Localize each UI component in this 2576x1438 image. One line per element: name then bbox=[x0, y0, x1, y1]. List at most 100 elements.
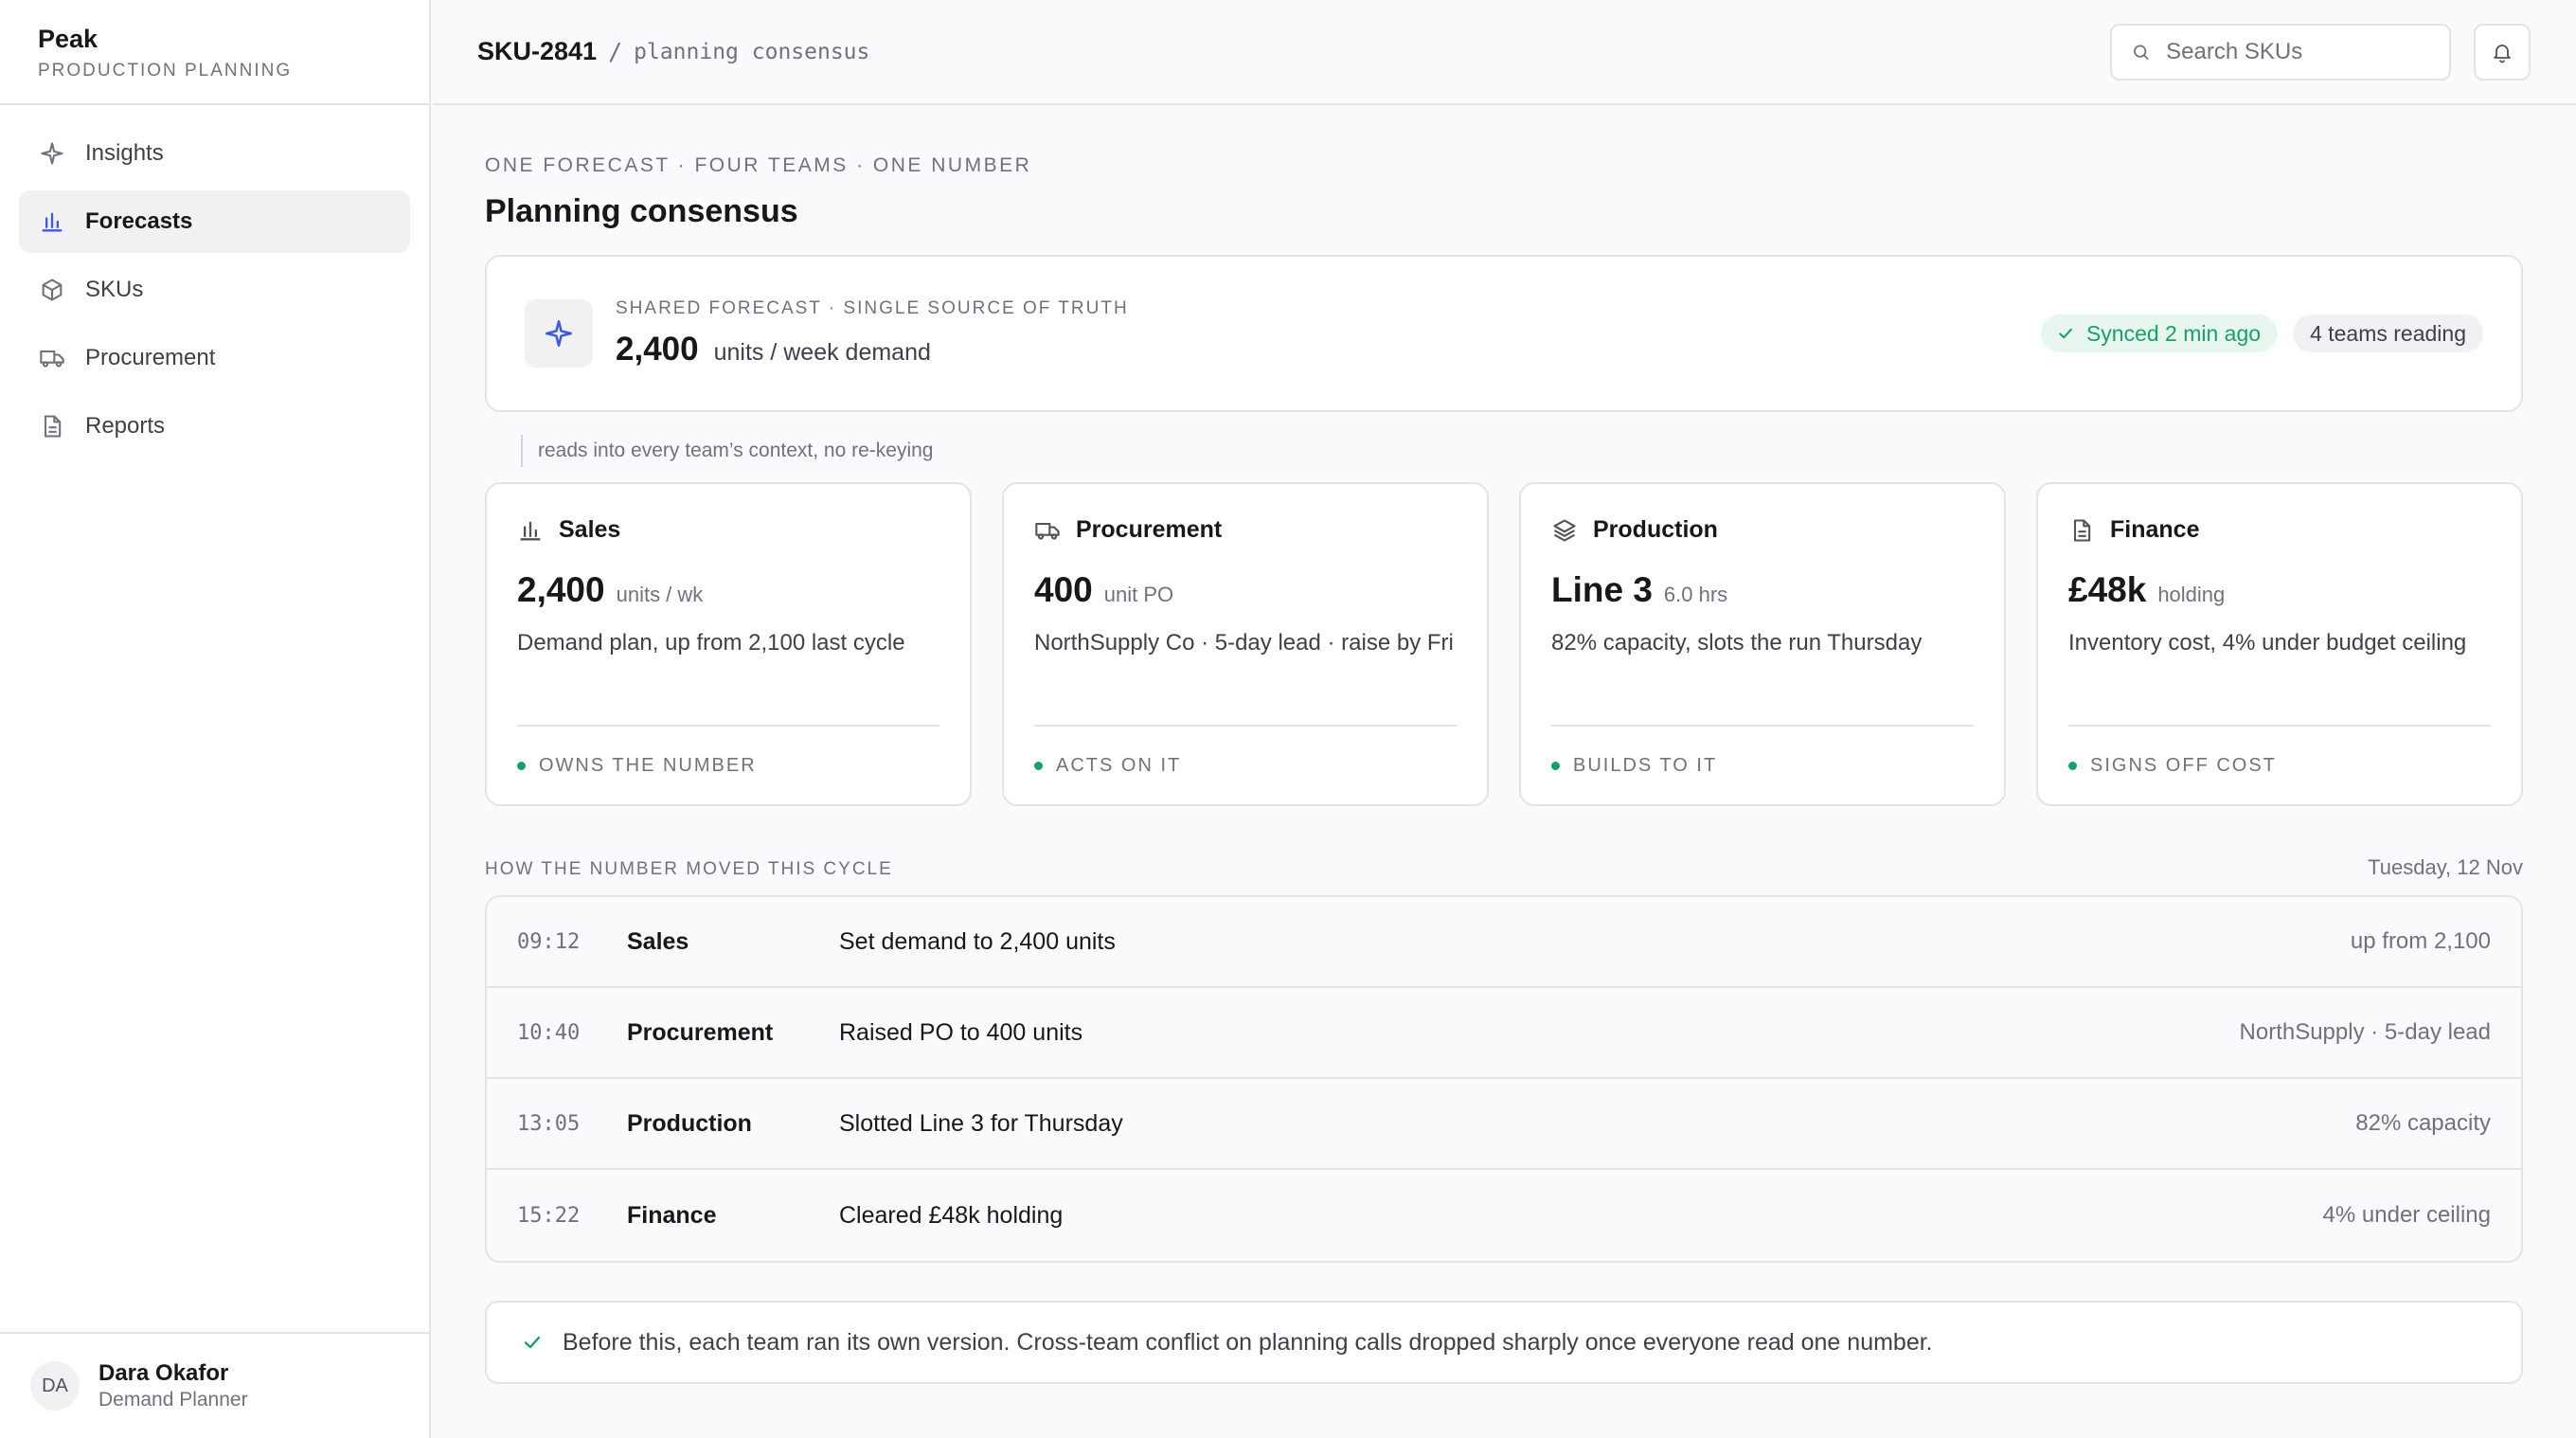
row-note: NorthSupply · 5-day lead bbox=[2239, 1019, 2491, 1045]
table-row[interactable]: 09:12 Sales Set demand to 2,400 units up… bbox=[487, 897, 2521, 988]
team-role: ACTS ON IT bbox=[1034, 725, 1457, 804]
row-team: Finance bbox=[627, 1201, 717, 1229]
box-icon bbox=[38, 276, 66, 304]
sidebar-item-label: Forecasts bbox=[85, 208, 193, 234]
truck-icon bbox=[38, 344, 66, 372]
user-profile[interactable]: DA Dara Okafor Demand Planner bbox=[0, 1332, 429, 1438]
sidebar-item-skus[interactable]: SKUs bbox=[19, 259, 410, 321]
row-note: 4% under ceiling bbox=[2322, 1202, 2491, 1228]
team-name: Finance bbox=[2110, 516, 2200, 543]
sidebar-item-procurement[interactable]: Procurement bbox=[19, 327, 410, 389]
team-cards: Sales 2,400 units / wk Demand plan, up f… bbox=[485, 482, 2523, 806]
team-value: Line 3 bbox=[1551, 570, 1653, 609]
team-description: NorthSupply Co · 5-day lead · raise by F… bbox=[1034, 630, 1454, 656]
breadcrumb-sku[interactable]: SKU-2841 bbox=[477, 37, 597, 66]
document-icon bbox=[2073, 518, 2091, 542]
truck-icon bbox=[1035, 522, 1060, 540]
sidebar-item-insights[interactable]: Insights bbox=[19, 122, 410, 185]
status-dot bbox=[517, 761, 526, 770]
row-action: Slotted Line 3 for Thursday bbox=[839, 1109, 1123, 1137]
timeline-label: HOW THE NUMBER MOVED THIS CYCLE bbox=[485, 859, 893, 879]
bar-chart-icon bbox=[38, 207, 66, 236]
team-card-sales[interactable]: Sales 2,400 units / wk Demand plan, up f… bbox=[485, 482, 972, 806]
team-role-text: SIGNS OFF COST bbox=[2090, 754, 2277, 776]
team-card-production[interactable]: Production Line 3 6.0 hrs 82% capacity, … bbox=[1519, 482, 2006, 806]
team-description: Demand plan, up from 2,100 last cycle bbox=[517, 630, 905, 656]
row-action: Raised PO to 400 units bbox=[839, 1018, 1083, 1046]
brand-subtitle: PRODUCTION PLANNING bbox=[38, 61, 293, 81]
main-content: ONE FORECAST · FOUR TEAMS · ONE NUMBER P… bbox=[485, 105, 2523, 1384]
timeline-header: HOW THE NUMBER MOVED THIS CYCLE Tuesday,… bbox=[485, 855, 2523, 880]
team-role: OWNS THE NUMBER bbox=[517, 725, 939, 804]
breadcrumb-page: planning consensus bbox=[634, 39, 870, 64]
sparkle-icon bbox=[545, 319, 573, 348]
status-dot bbox=[2068, 761, 2077, 770]
sidebar-item-label: SKUs bbox=[85, 277, 144, 302]
team-name: Procurement bbox=[1076, 516, 1223, 543]
team-description: 82% capacity, slots the run Thursday bbox=[1551, 630, 1923, 656]
sparkle-icon bbox=[38, 139, 66, 168]
team-role: BUILDS TO IT bbox=[1551, 725, 1974, 804]
shared-forecast-card: SHARED FORECAST · SINGLE SOURCE OF TRUTH… bbox=[485, 255, 2523, 412]
user-name: Dara Okafor bbox=[98, 1360, 229, 1386]
bar-chart-icon bbox=[520, 521, 541, 540]
team-value: 2,400 bbox=[517, 570, 605, 609]
shared-forecast-icon-box bbox=[525, 299, 593, 368]
row-action: Set demand to 2,400 units bbox=[839, 927, 1116, 955]
table-row[interactable]: 10:40 Procurement Raised PO to 400 units… bbox=[487, 988, 2521, 1079]
check-icon bbox=[524, 1336, 541, 1349]
notifications-button[interactable] bbox=[2474, 23, 2531, 81]
table-row[interactable]: 15:22 Finance Cleared £48k holding 4% un… bbox=[487, 1170, 2521, 1261]
sidebar-item-reports[interactable]: Reports bbox=[19, 395, 410, 458]
sidebar-item-forecasts[interactable]: Forecasts bbox=[19, 190, 410, 253]
sync-status-text: Synced 2 min ago bbox=[2085, 320, 2262, 346]
team-card-finance[interactable]: Finance £48k holding Inventory cost, 4% … bbox=[2036, 482, 2523, 806]
team-name: Production bbox=[1593, 516, 1718, 543]
sidebar-item-label: Reports bbox=[85, 413, 166, 439]
sidebar-item-label: Insights bbox=[85, 140, 164, 166]
search-input[interactable] bbox=[2166, 38, 2430, 65]
bell-icon bbox=[2494, 44, 2511, 63]
row-time: 15:22 bbox=[517, 1203, 581, 1228]
team-role-text: BUILDS TO IT bbox=[1573, 754, 1718, 776]
shared-forecast-note: reads into every team’s context, no re-k… bbox=[521, 435, 2523, 467]
search-box[interactable] bbox=[2110, 23, 2451, 81]
row-note: 82% capacity bbox=[2355, 1110, 2491, 1136]
row-note: up from 2,100 bbox=[2350, 928, 2491, 954]
team-value: 400 bbox=[1034, 570, 1093, 609]
page-title: Planning consensus bbox=[485, 193, 798, 229]
sidebar: Peak PRODUCTION PLANNING Insights Foreca… bbox=[0, 0, 431, 1438]
brand: Peak PRODUCTION PLANNING bbox=[0, 0, 429, 105]
row-time: 09:12 bbox=[517, 929, 581, 954]
user-role: Demand Planner bbox=[98, 1389, 248, 1411]
row-team: Procurement bbox=[627, 1018, 774, 1046]
team-card-procurement[interactable]: Procurement 400 unit PO NorthSupply Co ·… bbox=[1002, 482, 1489, 806]
team-unit: units / wk bbox=[616, 583, 704, 606]
footer-note-text: Before this, each team ran its own versi… bbox=[563, 1328, 1933, 1356]
team-unit: holding bbox=[2157, 583, 2226, 606]
layers-icon bbox=[1553, 518, 1576, 542]
document-icon bbox=[38, 412, 66, 440]
team-role-text: OWNS THE NUMBER bbox=[539, 754, 757, 776]
team-role: SIGNS OFF COST bbox=[2068, 725, 2491, 804]
timeline-date: Tuesday, 12 Nov bbox=[2368, 855, 2523, 879]
avatar: DA bbox=[30, 1361, 80, 1411]
team-unit: 6.0 hrs bbox=[1663, 583, 1728, 606]
sync-status-badge: Synced 2 min ago bbox=[2040, 315, 2279, 352]
team-description: Inventory cost, 4% under budget ceiling bbox=[2068, 630, 2467, 656]
sidebar-nav: Insights Forecasts SKUs Procurement Repo… bbox=[0, 105, 429, 480]
shared-forecast-value: 2,400 bbox=[616, 331, 699, 368]
shared-forecast-unit: units / week demand bbox=[713, 339, 931, 366]
page-eyebrow: ONE FORECAST · FOUR TEAMS · ONE NUMBER bbox=[485, 154, 1032, 176]
sidebar-item-label: Procurement bbox=[85, 345, 216, 370]
shared-forecast-label: SHARED FORECAST · SINGLE SOURCE OF TRUTH bbox=[616, 298, 1129, 318]
team-value: £48k bbox=[2068, 570, 2147, 609]
topbar: SKU-2841 / planning consensus bbox=[433, 0, 2576, 105]
table-row[interactable]: 13:05 Production Slotted Line 3 for Thur… bbox=[487, 1079, 2521, 1170]
search-icon bbox=[2134, 45, 2149, 60]
status-dot bbox=[1551, 761, 1560, 770]
row-time: 10:40 bbox=[517, 1020, 581, 1045]
status-dot bbox=[1034, 761, 1043, 770]
team-name: Sales bbox=[559, 516, 621, 543]
row-action: Cleared £48k holding bbox=[839, 1201, 1064, 1229]
